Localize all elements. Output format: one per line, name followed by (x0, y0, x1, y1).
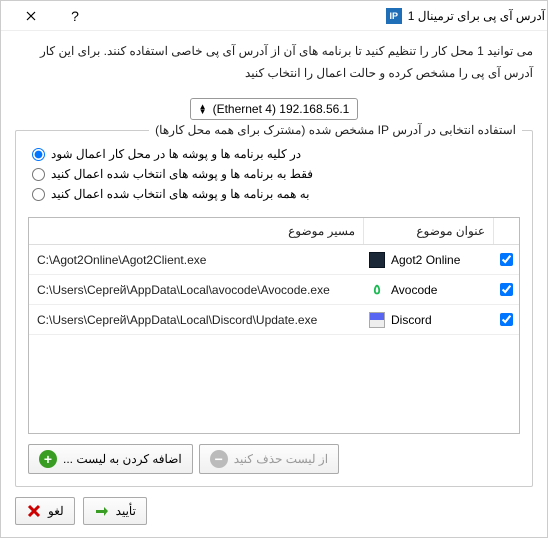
app-icon-discord (369, 312, 385, 328)
column-header-path[interactable]: مسیر موضوع (29, 218, 363, 244)
button-label: تأیید (116, 504, 136, 518)
cross-icon (26, 503, 42, 519)
row-subject: Avocode (391, 283, 437, 297)
app-icon: IP (386, 8, 402, 24)
row-subject: Agot2 Online (391, 253, 460, 267)
dialog-footer: تأیید لغو (1, 497, 547, 537)
table-row[interactable]: Agot2 Online C:\Agot2Online\Agot2Client.… (29, 245, 519, 275)
radio-input[interactable] (32, 168, 45, 181)
table-body: Agot2 Online C:\Agot2Online\Agot2Client.… (29, 245, 519, 335)
help-button[interactable]: ? (53, 2, 97, 30)
radio-label: به همه برنامه ها و پوشه های انتخاب شده ا… (51, 187, 310, 201)
row-path: C:\Agot2Online\Agot2Client.exe (29, 253, 363, 267)
ip-address-dropdown[interactable]: ▲▼ (Ethernet 4) 192.168.56.1 (190, 98, 359, 120)
radio-input[interactable] (32, 188, 45, 201)
table-row[interactable]: ٥ Avocode C:\Users\Сергей\AppData\Local\… (29, 275, 519, 305)
ok-button[interactable]: تأیید (83, 497, 147, 525)
radio-label: در کلیه برنامه ها و پوشه ها در محل کار ا… (51, 147, 301, 161)
content-area: می توانید 1 محل کار را تنظیم کنید تا برن… (1, 31, 547, 497)
close-button[interactable] (9, 2, 53, 30)
button-label: لغو (48, 504, 64, 518)
check-arrow-icon (94, 503, 110, 519)
plus-icon: + (39, 450, 57, 468)
apps-table: عنوان موضوع مسیر موضوع Agot2 Online C:\A… (28, 217, 520, 434)
radio-option-all[interactable]: در کلیه برنامه ها و پوشه ها در محل کار ا… (28, 147, 520, 161)
button-label: از لیست حذف کنید (234, 452, 328, 466)
radio-label: فقط به برنامه ها و پوشه های انتخاب شده ا… (51, 167, 313, 181)
table-row[interactable]: Discord C:\Users\Сергей\AppData\Local\Di… (29, 305, 519, 335)
description-text: می توانید 1 محل کار را تنظیم کنید تا برن… (15, 41, 533, 84)
stepper-arrows-icon: ▲▼ (199, 104, 207, 114)
minus-icon: − (210, 450, 228, 468)
column-header-check (493, 218, 519, 244)
add-to-list-button[interactable]: اضافه کردن به لیست ... + (28, 444, 193, 474)
titlebar: ? آدرس آی پی برای ترمینال 1 IP (1, 1, 547, 31)
window-title: آدرس آی پی برای ترمینال 1 (408, 9, 545, 23)
radio-option-only-selected[interactable]: فقط به برنامه ها و پوشه های انتخاب شده ا… (28, 167, 520, 181)
radio-option-all-selected[interactable]: به همه برنامه ها و پوشه های انتخاب شده ا… (28, 187, 520, 201)
column-header-subject[interactable]: عنوان موضوع (363, 218, 493, 244)
row-path: C:\Users\Сергей\AppData\Local\Discord\Up… (29, 313, 363, 327)
row-path: C:\Users\Сергей\AppData\Local\avocode\Av… (29, 283, 363, 297)
cancel-button[interactable]: لغو (15, 497, 75, 525)
button-label: اضافه کردن به لیست ... (63, 452, 182, 466)
app-icon-agot (369, 252, 385, 268)
app-icon-avocode: ٥ (369, 282, 385, 298)
row-subject: Discord (391, 313, 432, 327)
groupbox-title: استفاده انتخابی در آدرس IP مشخص شده (مشت… (149, 123, 522, 137)
radio-input[interactable] (32, 148, 45, 161)
table-header: عنوان موضوع مسیر موضوع (29, 218, 519, 245)
remove-from-list-button[interactable]: از لیست حذف کنید − (199, 444, 339, 474)
dialog-window: ? آدرس آی پی برای ترمینال 1 IP می توانید… (0, 0, 548, 538)
apply-mode-groupbox: استفاده انتخابی در آدرس IP مشخص شده (مشت… (15, 130, 533, 487)
radio-group: در کلیه برنامه ها و پوشه ها در محل کار ا… (28, 141, 520, 207)
dropdown-value: (Ethernet 4) 192.168.56.1 (213, 102, 350, 116)
row-checkbox[interactable] (500, 283, 513, 296)
row-checkbox[interactable] (500, 253, 513, 266)
row-checkbox[interactable] (500, 313, 513, 326)
